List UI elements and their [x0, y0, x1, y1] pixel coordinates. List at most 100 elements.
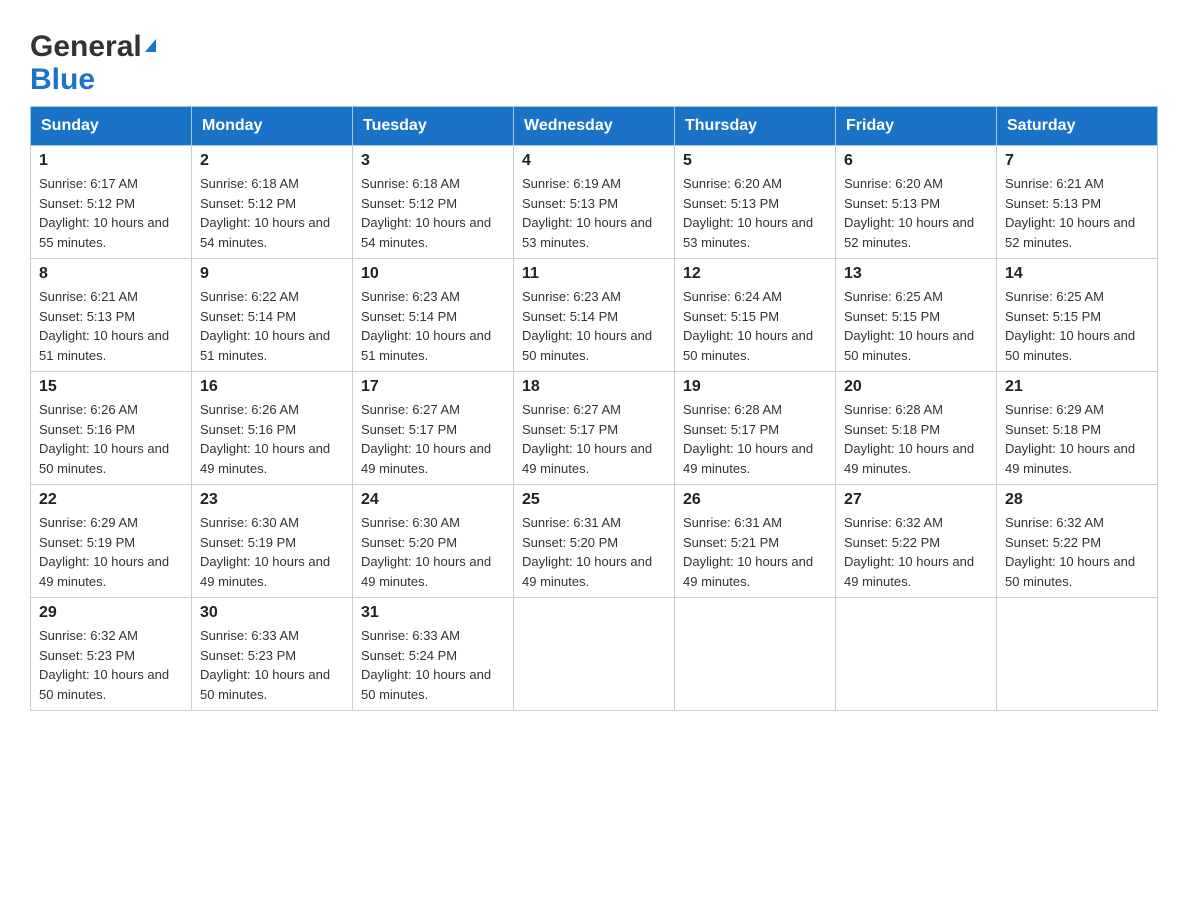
- calendar-table: SundayMondayTuesdayWednesdayThursdayFrid…: [30, 106, 1158, 711]
- day-info: Sunrise: 6:33 AMSunset: 5:24 PMDaylight:…: [361, 626, 505, 704]
- day-number: 21: [1005, 378, 1149, 396]
- weekday-header-wednesday: Wednesday: [514, 107, 675, 146]
- calendar-cell: 15 Sunrise: 6:26 AMSunset: 5:16 PMDaylig…: [31, 372, 192, 485]
- weekday-header-saturday: Saturday: [997, 107, 1158, 146]
- calendar-cell: 5 Sunrise: 6:20 AMSunset: 5:13 PMDayligh…: [675, 146, 836, 259]
- calendar-cell: 3 Sunrise: 6:18 AMSunset: 5:12 PMDayligh…: [353, 146, 514, 259]
- day-number: 6: [844, 152, 988, 170]
- calendar-cell: 6 Sunrise: 6:20 AMSunset: 5:13 PMDayligh…: [836, 146, 997, 259]
- day-number: 9: [200, 265, 344, 283]
- day-number: 31: [361, 604, 505, 622]
- weekday-header-tuesday: Tuesday: [353, 107, 514, 146]
- calendar-cell: 23 Sunrise: 6:30 AMSunset: 5:19 PMDaylig…: [192, 485, 353, 598]
- calendar-cell: 24 Sunrise: 6:30 AMSunset: 5:20 PMDaylig…: [353, 485, 514, 598]
- day-info: Sunrise: 6:30 AMSunset: 5:20 PMDaylight:…: [361, 513, 505, 591]
- logo-arrow-icon: [145, 39, 156, 52]
- day-info: Sunrise: 6:32 AMSunset: 5:22 PMDaylight:…: [844, 513, 988, 591]
- day-number: 20: [844, 378, 988, 396]
- logo: General Blue: [30, 30, 156, 96]
- weekday-header-friday: Friday: [836, 107, 997, 146]
- day-number: 7: [1005, 152, 1149, 170]
- calendar-cell: 25 Sunrise: 6:31 AMSunset: 5:20 PMDaylig…: [514, 485, 675, 598]
- calendar-cell: 27 Sunrise: 6:32 AMSunset: 5:22 PMDaylig…: [836, 485, 997, 598]
- calendar-cell: 4 Sunrise: 6:19 AMSunset: 5:13 PMDayligh…: [514, 146, 675, 259]
- day-info: Sunrise: 6:27 AMSunset: 5:17 PMDaylight:…: [361, 400, 505, 478]
- day-info: Sunrise: 6:26 AMSunset: 5:16 PMDaylight:…: [39, 400, 183, 478]
- day-info: Sunrise: 6:18 AMSunset: 5:12 PMDaylight:…: [200, 174, 344, 252]
- day-info: Sunrise: 6:26 AMSunset: 5:16 PMDaylight:…: [200, 400, 344, 478]
- calendar-week-row: 1 Sunrise: 6:17 AMSunset: 5:12 PMDayligh…: [31, 146, 1158, 259]
- calendar-cell: 30 Sunrise: 6:33 AMSunset: 5:23 PMDaylig…: [192, 598, 353, 711]
- day-info: Sunrise: 6:22 AMSunset: 5:14 PMDaylight:…: [200, 287, 344, 365]
- page-header: General Blue: [30, 20, 1158, 96]
- day-info: Sunrise: 6:33 AMSunset: 5:23 PMDaylight:…: [200, 626, 344, 704]
- day-number: 12: [683, 265, 827, 283]
- day-number: 11: [522, 265, 666, 283]
- calendar-cell: [997, 598, 1158, 711]
- day-number: 13: [844, 265, 988, 283]
- calendar-cell: 31 Sunrise: 6:33 AMSunset: 5:24 PMDaylig…: [353, 598, 514, 711]
- day-info: Sunrise: 6:23 AMSunset: 5:14 PMDaylight:…: [522, 287, 666, 365]
- calendar-cell: 16 Sunrise: 6:26 AMSunset: 5:16 PMDaylig…: [192, 372, 353, 485]
- day-number: 28: [1005, 491, 1149, 509]
- day-number: 29: [39, 604, 183, 622]
- day-info: Sunrise: 6:23 AMSunset: 5:14 PMDaylight:…: [361, 287, 505, 365]
- day-info: Sunrise: 6:32 AMSunset: 5:23 PMDaylight:…: [39, 626, 183, 704]
- calendar-cell: 13 Sunrise: 6:25 AMSunset: 5:15 PMDaylig…: [836, 259, 997, 372]
- calendar-cell: 9 Sunrise: 6:22 AMSunset: 5:14 PMDayligh…: [192, 259, 353, 372]
- day-number: 1: [39, 152, 183, 170]
- day-info: Sunrise: 6:30 AMSunset: 5:19 PMDaylight:…: [200, 513, 344, 591]
- day-number: 3: [361, 152, 505, 170]
- day-number: 25: [522, 491, 666, 509]
- day-number: 18: [522, 378, 666, 396]
- calendar-week-row: 22 Sunrise: 6:29 AMSunset: 5:19 PMDaylig…: [31, 485, 1158, 598]
- weekday-header-sunday: Sunday: [31, 107, 192, 146]
- day-number: 5: [683, 152, 827, 170]
- calendar-cell: [514, 598, 675, 711]
- day-info: Sunrise: 6:18 AMSunset: 5:12 PMDaylight:…: [361, 174, 505, 252]
- day-number: 15: [39, 378, 183, 396]
- day-number: 24: [361, 491, 505, 509]
- day-info: Sunrise: 6:25 AMSunset: 5:15 PMDaylight:…: [1005, 287, 1149, 365]
- calendar-cell: [836, 598, 997, 711]
- day-info: Sunrise: 6:21 AMSunset: 5:13 PMDaylight:…: [1005, 174, 1149, 252]
- calendar-cell: 28 Sunrise: 6:32 AMSunset: 5:22 PMDaylig…: [997, 485, 1158, 598]
- calendar-cell: 14 Sunrise: 6:25 AMSunset: 5:15 PMDaylig…: [997, 259, 1158, 372]
- day-number: 23: [200, 491, 344, 509]
- day-info: Sunrise: 6:25 AMSunset: 5:15 PMDaylight:…: [844, 287, 988, 365]
- day-info: Sunrise: 6:29 AMSunset: 5:19 PMDaylight:…: [39, 513, 183, 591]
- calendar-cell: 18 Sunrise: 6:27 AMSunset: 5:17 PMDaylig…: [514, 372, 675, 485]
- day-info: Sunrise: 6:29 AMSunset: 5:18 PMDaylight:…: [1005, 400, 1149, 478]
- calendar-header-row: SundayMondayTuesdayWednesdayThursdayFrid…: [31, 107, 1158, 146]
- weekday-header-thursday: Thursday: [675, 107, 836, 146]
- day-info: Sunrise: 6:20 AMSunset: 5:13 PMDaylight:…: [844, 174, 988, 252]
- calendar-cell: 2 Sunrise: 6:18 AMSunset: 5:12 PMDayligh…: [192, 146, 353, 259]
- day-info: Sunrise: 6:27 AMSunset: 5:17 PMDaylight:…: [522, 400, 666, 478]
- calendar-cell: 1 Sunrise: 6:17 AMSunset: 5:12 PMDayligh…: [31, 146, 192, 259]
- day-number: 19: [683, 378, 827, 396]
- calendar-cell: 17 Sunrise: 6:27 AMSunset: 5:17 PMDaylig…: [353, 372, 514, 485]
- calendar-cell: 19 Sunrise: 6:28 AMSunset: 5:17 PMDaylig…: [675, 372, 836, 485]
- weekday-header-monday: Monday: [192, 107, 353, 146]
- calendar-cell: 29 Sunrise: 6:32 AMSunset: 5:23 PMDaylig…: [31, 598, 192, 711]
- calendar-cell: 8 Sunrise: 6:21 AMSunset: 5:13 PMDayligh…: [31, 259, 192, 372]
- day-info: Sunrise: 6:19 AMSunset: 5:13 PMDaylight:…: [522, 174, 666, 252]
- logo-blue-text: Blue: [30, 63, 95, 96]
- calendar-cell: 10 Sunrise: 6:23 AMSunset: 5:14 PMDaylig…: [353, 259, 514, 372]
- day-number: 27: [844, 491, 988, 509]
- day-info: Sunrise: 6:32 AMSunset: 5:22 PMDaylight:…: [1005, 513, 1149, 591]
- day-info: Sunrise: 6:31 AMSunset: 5:21 PMDaylight:…: [683, 513, 827, 591]
- day-number: 10: [361, 265, 505, 283]
- day-number: 8: [39, 265, 183, 283]
- day-info: Sunrise: 6:17 AMSunset: 5:12 PMDaylight:…: [39, 174, 183, 252]
- calendar-cell: 12 Sunrise: 6:24 AMSunset: 5:15 PMDaylig…: [675, 259, 836, 372]
- day-number: 16: [200, 378, 344, 396]
- day-number: 26: [683, 491, 827, 509]
- calendar-cell: 21 Sunrise: 6:29 AMSunset: 5:18 PMDaylig…: [997, 372, 1158, 485]
- calendar-cell: 7 Sunrise: 6:21 AMSunset: 5:13 PMDayligh…: [997, 146, 1158, 259]
- day-number: 4: [522, 152, 666, 170]
- day-number: 22: [39, 491, 183, 509]
- day-number: 14: [1005, 265, 1149, 283]
- calendar-cell: 20 Sunrise: 6:28 AMSunset: 5:18 PMDaylig…: [836, 372, 997, 485]
- calendar-cell: 26 Sunrise: 6:31 AMSunset: 5:21 PMDaylig…: [675, 485, 836, 598]
